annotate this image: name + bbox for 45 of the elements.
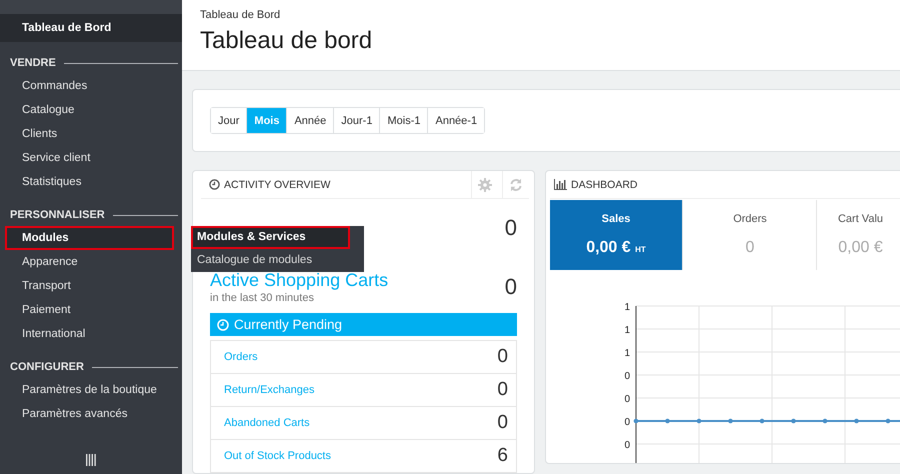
sidebar-item[interactable]: Paramètres avancés bbox=[0, 402, 182, 426]
y-axis-label: 1 bbox=[624, 348, 630, 359]
sidebar-item[interactable]: Statistiques bbox=[0, 170, 182, 194]
sidebar-item[interactable]: Commandes bbox=[0, 74, 182, 98]
y-axis-label: 0 bbox=[624, 417, 630, 428]
section-heading: CONFIGURER bbox=[10, 361, 84, 373]
sidebar-item[interactable]: Paiement bbox=[0, 298, 182, 322]
pending-count: 6 bbox=[497, 445, 508, 467]
stat-value: 0 bbox=[504, 274, 517, 300]
refresh-icon[interactable] bbox=[509, 178, 523, 192]
sidebar-item[interactable]: Transport bbox=[0, 274, 182, 298]
kpi-tile[interactable]: Sales 0,00 € HT bbox=[550, 200, 683, 270]
collapse-handle-icon[interactable] bbox=[86, 454, 96, 466]
sidebar-item[interactable]: Paramètres de la boutique bbox=[0, 378, 182, 402]
sidebar-item[interactable]: Catalogue bbox=[0, 98, 182, 122]
stat-value: 0 bbox=[504, 215, 517, 241]
clock-icon bbox=[209, 179, 220, 190]
breadcrumb: Tableau de Bord bbox=[200, 9, 282, 21]
stat-note: in the last 30 minutes bbox=[210, 292, 315, 304]
submenu-item[interactable]: Catalogue de modules bbox=[191, 249, 364, 272]
section-heading: PERSONNALISER bbox=[10, 209, 105, 221]
sidebar-item[interactable]: Service client bbox=[0, 146, 182, 170]
pending-header: Currently Pending bbox=[210, 313, 517, 336]
bar-chart-icon bbox=[554, 179, 567, 190]
period-button[interactable]: Année-1 bbox=[427, 108, 484, 133]
sidebar-item[interactable]: Apparence bbox=[0, 250, 182, 274]
y-axis-label: 0 bbox=[624, 371, 630, 382]
pending-count: 0 bbox=[497, 379, 508, 401]
card-title: ACTIVITY OVERVIEW bbox=[224, 178, 330, 190]
card-title: DASHBOARD bbox=[571, 178, 638, 190]
clock-icon bbox=[217, 318, 229, 330]
pending-count: 0 bbox=[497, 412, 508, 434]
sidebar-item[interactable]: Tableau de Bord bbox=[0, 14, 182, 42]
section-heading: VENDRE bbox=[10, 57, 56, 69]
page-title: Tableau de bord bbox=[200, 27, 374, 55]
y-axis-label: 0 bbox=[624, 394, 630, 405]
sidebar-item[interactable]: Modules bbox=[5, 226, 174, 250]
submenu-item[interactable]: Modules & Services bbox=[191, 226, 350, 249]
y-axis-label: 1 bbox=[624, 302, 630, 313]
sidebar-item[interactable]: Clients bbox=[0, 122, 182, 146]
settings-icon[interactable] bbox=[478, 178, 492, 192]
sidebar-item[interactable]: International bbox=[0, 322, 182, 346]
y-axis-label: 1 bbox=[624, 325, 630, 336]
y-axis-label: 0 bbox=[624, 440, 630, 451]
pending-count: 0 bbox=[497, 346, 508, 368]
